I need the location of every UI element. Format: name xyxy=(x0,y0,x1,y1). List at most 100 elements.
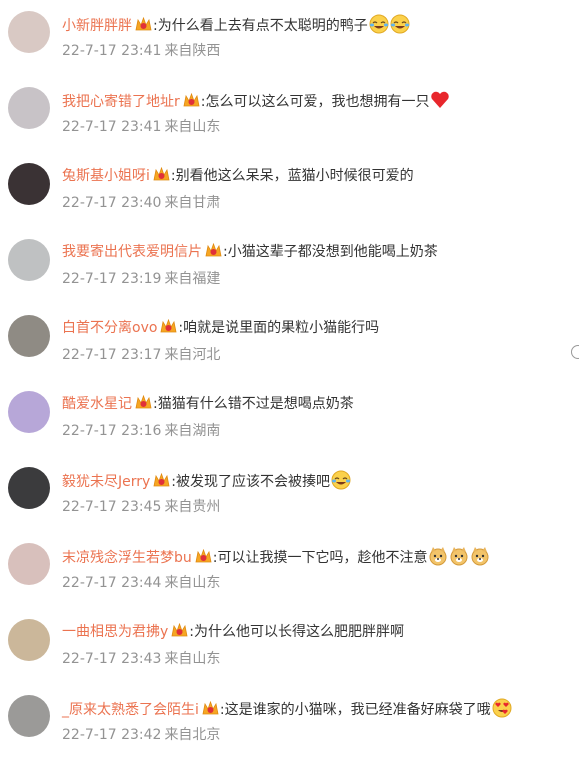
avatar[interactable] xyxy=(8,163,50,205)
comment-location: 来自湖南 xyxy=(164,423,221,439)
comment-time: 22-7-17 23:19 xyxy=(62,271,162,287)
comment-time: 22-7-17 23:40 xyxy=(62,195,162,211)
avatar[interactable] xyxy=(8,11,50,53)
fan-crown-badge-icon xyxy=(153,166,170,182)
username-link[interactable]: 兔斯基小姐呀i xyxy=(62,168,150,184)
doge-emoji-icon xyxy=(428,546,448,566)
fan-crown-badge-icon xyxy=(183,92,200,108)
comment-meta: 22-7-17 23:16 来自湖南 xyxy=(62,421,220,441)
comment-location: 来自福建 xyxy=(164,271,221,287)
comment-time: 22-7-17 23:16 xyxy=(62,423,162,439)
avatar[interactable] xyxy=(8,87,50,129)
comment-time: 22-7-17 23:43 xyxy=(62,651,162,667)
comment-row: 一曲相思为君拂y:为什么他可以长得这么肥肥胖胖啊 22-7-17 23:43 来自山… xyxy=(0,616,579,692)
fan-crown-badge-icon xyxy=(202,700,219,716)
comment-meta: 22-7-17 23:19 来自福建 xyxy=(62,269,220,289)
comment-time: 22-7-17 23:42 xyxy=(62,727,162,743)
avatar[interactable] xyxy=(8,543,50,585)
comment-location: 来自山东 xyxy=(164,651,221,667)
username-link[interactable]: 我要寄出代表爱明信片 xyxy=(62,244,202,260)
fan-crown-badge-icon xyxy=(195,548,212,564)
laugh-cry-emoji-icon xyxy=(331,470,351,490)
comment-meta: 22-7-17 23:42 来自北京 xyxy=(62,725,220,745)
avatar-image xyxy=(8,619,50,661)
comment-time: 22-7-17 23:41 xyxy=(62,119,162,135)
comment-meta: 22-7-17 23:45 来自贵州 xyxy=(62,497,220,517)
username-link[interactable]: 末凉残念浮生若梦bu xyxy=(62,550,192,566)
comment-time: 22-7-17 23:17 xyxy=(62,347,162,363)
comment-meta: 22-7-17 23:43 来自山东 xyxy=(62,649,220,669)
comment-line: 毅犹未尽Jerry :被发现了应该不会被揍吧 xyxy=(62,470,351,492)
comment-line: _原来太熟悉了会陌生i:这是谁家的小猫咪，我已经准备好麻袋了哦 xyxy=(62,698,512,720)
avatar-image xyxy=(8,391,50,433)
comment-row: _原来太熟悉了会陌生i:这是谁家的小猫咪，我已经准备好麻袋了哦 22-7-17 2… xyxy=(0,692,579,768)
comment-row: 我把心寄错了地址r :怎么可以这么可爱，我也想拥有一只 22-7-17 23:41 来… xyxy=(0,84,579,160)
comment-meta: 22-7-17 23:41 来自陕西 xyxy=(62,41,220,61)
comment-row: 毅犹未尽Jerry :被发现了应该不会被揍吧 22-7-17 23:45 来自贵州 xyxy=(0,464,579,540)
comment-location: 来自河北 xyxy=(164,347,221,363)
avatar[interactable] xyxy=(8,391,50,433)
comment-time: 22-7-17 23:44 xyxy=(62,575,162,591)
heart-eyes-emoji-icon xyxy=(492,698,512,718)
avatar-image xyxy=(8,87,50,129)
avatar[interactable] xyxy=(8,467,50,509)
comment-text: :咱就是说里面的果粒小猫能行吗 xyxy=(178,320,380,336)
comment-text: :被发现了应该不会被揍吧 xyxy=(171,474,331,490)
comment-line: 小新胖胖胖 :为什么看上去有点不太聪明的鸭子 xyxy=(62,14,410,36)
comment-time: 22-7-17 23:41 xyxy=(62,43,162,59)
comment-row: 我要寄出代表爱明信片:小猫这辈子都没想到他能喝上奶茶 22-7-17 23:19 来… xyxy=(0,236,579,312)
scroll-handle-icon[interactable] xyxy=(571,345,579,359)
comment-row: 酷爱水星记 :猫猫有什么错不过是想喝点奶茶 22-7-17 23:16 来自湖南 xyxy=(0,388,579,464)
comment-meta: 22-7-17 23:17 来自河北 xyxy=(62,345,220,365)
username-link[interactable]: 我把心寄错了地址r xyxy=(62,94,180,110)
comment-line: 兔斯基小姐呀i :别看他这么呆呆，蓝猫小时候很可爱的 xyxy=(62,166,414,186)
avatar-image xyxy=(8,695,50,737)
username-link[interactable]: 一曲相思为君拂y xyxy=(62,624,168,640)
comment-text: :为什么看上去有点不太聪明的鸭子 xyxy=(153,18,368,34)
comment-row: 兔斯基小姐呀i :别看他这么呆呆，蓝猫小时候很可爱的 22-7-17 23:40 来自… xyxy=(0,160,579,236)
username-link[interactable]: 白首不分离ovo xyxy=(62,320,157,336)
avatar-image xyxy=(8,315,50,357)
comment-line: 我把心寄错了地址r :怎么可以这么可爱，我也想拥有一只 xyxy=(62,90,450,112)
avatar[interactable] xyxy=(8,695,50,737)
laugh-cry-emoji-icon xyxy=(390,14,410,34)
comment-time: 22-7-17 23:45 xyxy=(62,499,162,515)
avatar[interactable] xyxy=(8,619,50,661)
avatar-image xyxy=(8,467,50,509)
red-heart-emoji-icon xyxy=(430,90,450,110)
fan-crown-badge-icon xyxy=(160,318,177,334)
doge-emoji-icon xyxy=(449,546,469,566)
comment-text: :怎么可以这么可爱，我也想拥有一只 xyxy=(200,94,430,110)
comment-line: 我要寄出代表爱明信片:小猫这辈子都没想到他能喝上奶茶 xyxy=(62,242,438,262)
comment-location: 来自山东 xyxy=(164,575,221,591)
comment-meta: 22-7-17 23:44 来自山东 xyxy=(62,573,220,593)
avatar[interactable] xyxy=(8,239,50,281)
comment-meta: 22-7-17 23:41 来自山东 xyxy=(62,117,220,137)
comment-location: 来自贵州 xyxy=(164,499,221,515)
avatar-image xyxy=(8,11,50,53)
username-link[interactable]: 小新胖胖胖 xyxy=(62,18,132,34)
fan-crown-badge-icon xyxy=(135,16,152,32)
comment-text: :猫猫有什么错不过是想喝点奶茶 xyxy=(153,396,354,412)
username-link[interactable]: 毅犹未尽Jerry xyxy=(62,474,150,490)
comment-location: 来自甘肃 xyxy=(164,195,221,211)
fan-crown-badge-icon xyxy=(171,622,188,638)
fan-crown-badge-icon xyxy=(205,242,222,258)
comment-text: :可以让我摸一下它吗，趁他不注意 xyxy=(212,550,428,566)
avatar[interactable] xyxy=(8,315,50,357)
username-link[interactable]: _原来太熟悉了会陌生i xyxy=(62,702,199,718)
comment-line: 酷爱水星记 :猫猫有什么错不过是想喝点奶茶 xyxy=(62,394,354,414)
comment-meta: 22-7-17 23:40 来自甘肃 xyxy=(62,193,220,213)
fan-crown-badge-icon xyxy=(135,394,152,410)
avatar-image xyxy=(8,163,50,205)
username-link[interactable]: 酷爱水星记 xyxy=(62,396,132,412)
avatar-image xyxy=(8,543,50,585)
comment-location: 来自陕西 xyxy=(164,43,221,59)
avatar-image xyxy=(8,239,50,281)
comment-location: 来自北京 xyxy=(164,727,221,743)
comment-row: 小新胖胖胖 :为什么看上去有点不太聪明的鸭子 22-7-17 23:41 来自陕西 xyxy=(0,8,579,84)
fan-crown-badge-icon xyxy=(153,472,170,488)
doge-emoji-icon xyxy=(470,546,490,566)
comment-row: 末凉残念浮生若梦bu :可以让我摸一下它吗，趁他不注意 22-7-17 23:44 来… xyxy=(0,540,579,616)
comment-text: :别看他这么呆呆，蓝猫小时候很可爱的 xyxy=(170,168,414,184)
